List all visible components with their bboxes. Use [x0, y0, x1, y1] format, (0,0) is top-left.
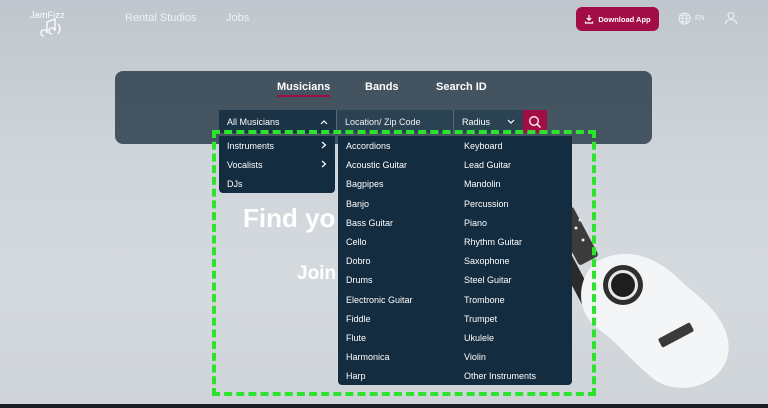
instrument-option[interactable]: Trumpet	[464, 314, 497, 324]
page-background: JamFizz Rental Studios Jobs Download App…	[0, 0, 768, 408]
musician-type-value: All Musicians	[227, 116, 280, 127]
instrument-option[interactable]: Percussion	[464, 199, 509, 209]
category-label: Vocalists	[227, 160, 263, 170]
language-label: EN	[695, 15, 705, 22]
category-label: DJs	[227, 179, 243, 189]
instrument-option[interactable]: Accordions	[346, 141, 391, 151]
location-placeholder: Location/ Zip Code	[345, 116, 421, 127]
instrument-option[interactable]: Ukulele	[464, 333, 494, 343]
instrument-option[interactable]: Dobro	[346, 256, 371, 266]
category-label: Instruments	[227, 141, 275, 151]
language-selector[interactable]: EN	[678, 12, 705, 25]
category-instruments[interactable]: Instruments	[227, 141, 327, 151]
instrument-option[interactable]: Bass Guitar	[346, 218, 393, 228]
tab-search-id[interactable]: Search ID	[436, 81, 487, 93]
instrument-option[interactable]: Harmonica	[346, 352, 390, 362]
instrument-option[interactable]: Acoustic Guitar	[346, 160, 407, 170]
instrument-option[interactable]: Harp	[346, 371, 366, 381]
search-icon	[529, 115, 541, 128]
instrument-option[interactable]: Piano	[464, 218, 487, 228]
instrument-option[interactable]: Rhythm Guitar	[464, 237, 522, 247]
instrument-option[interactable]: Drums	[346, 275, 373, 285]
category-vocalists[interactable]: Vocalists	[227, 160, 327, 170]
instrument-option[interactable]: Banjo	[346, 199, 369, 209]
instrument-option[interactable]: Keyboard	[464, 141, 503, 151]
chevron-right-icon	[321, 141, 327, 149]
instrument-option[interactable]: Other Instruments	[464, 371, 536, 381]
category-menu: Instruments Vocalists DJs	[219, 136, 335, 193]
user-icon[interactable]	[724, 11, 738, 25]
instrument-option[interactable]: Fiddle	[346, 314, 371, 324]
download-icon	[585, 15, 594, 24]
tab-musicians[interactable]: Musicians	[277, 81, 331, 97]
instrument-option[interactable]: Flute	[346, 333, 366, 343]
chevron-down-icon	[507, 119, 515, 124]
download-app-button[interactable]: Download App	[576, 7, 659, 31]
instruments-menu: Accordions Acoustic Guitar Bagpipes Banjo Ba…	[338, 136, 572, 385]
globe-icon	[678, 12, 691, 25]
nav-jobs[interactable]: Jobs	[226, 12, 249, 24]
instrument-option[interactable]: Lead Guitar	[464, 160, 511, 170]
chevron-right-icon	[321, 160, 327, 168]
instrument-option[interactable]: Bagpipes	[346, 179, 384, 189]
logo-music-icon	[40, 18, 61, 37]
bottom-bar	[0, 404, 768, 408]
instrument-option[interactable]: Electronic Guitar	[346, 295, 413, 305]
instrument-option[interactable]: Mandolin	[464, 179, 501, 189]
instrument-option[interactable]: Trombone	[464, 295, 505, 305]
chevron-up-icon	[320, 119, 328, 124]
nav-rental-studios[interactable]: Rental Studios	[125, 12, 197, 24]
instrument-option[interactable]: Cello	[346, 237, 367, 247]
tab-bands[interactable]: Bands	[365, 81, 399, 93]
instrument-option[interactable]: Violin	[464, 352, 486, 362]
instrument-option[interactable]: Steel Guitar	[464, 275, 512, 285]
jamfizz-logo[interactable]: JamFizz	[30, 8, 70, 38]
radius-value: Radius	[462, 116, 491, 127]
category-djs[interactable]: DJs	[227, 179, 327, 189]
download-app-label: Download App	[598, 14, 651, 24]
instrument-option[interactable]: Saxophone	[464, 256, 510, 266]
